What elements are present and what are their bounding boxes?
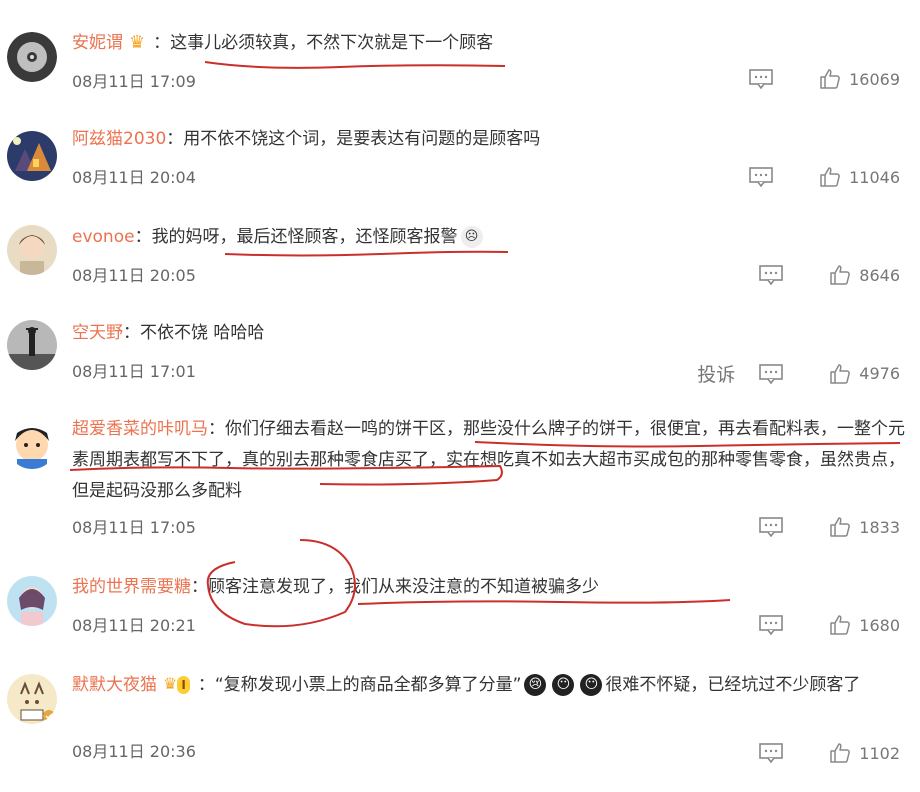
username[interactable]: 安妮谓 <box>72 33 123 53</box>
comment-icon[interactable] <box>759 265 784 285</box>
username[interactable]: 我的世界需要糖 <box>72 577 191 597</box>
avatar[interactable] <box>7 419 57 469</box>
thumbs-up-icon <box>830 615 851 635</box>
comment-text: “复称发现小票上的商品全都多算了分量” <box>214 675 522 695</box>
avatar[interactable] <box>7 225 57 275</box>
timestamp: 08月11日 17:05 <box>72 518 196 537</box>
comment-icon[interactable] <box>749 167 773 187</box>
separator: ： <box>153 33 171 53</box>
thumbs-up-icon <box>830 517 851 537</box>
like-button[interactable]: 16069 <box>819 68 900 90</box>
comment-text: 不依不饶 哈哈哈 <box>140 323 265 343</box>
comment-text: 用不依不饶这个词，是要表达有问题的是顾客吗 <box>183 129 541 149</box>
like-button[interactable]: 11046 <box>819 166 900 188</box>
comment-text: 我的妈呀，最后还怪顾客，还怪顾客报警 <box>151 227 458 247</box>
comment-icon[interactable] <box>759 743 784 763</box>
crown-icon: ♛ <box>129 32 146 53</box>
comment-text: 很难不怀疑，已经坑过不少顾客了 <box>605 675 861 695</box>
like-count: 1680 <box>859 615 900 635</box>
separator: ： <box>134 227 152 247</box>
like-count: 8646 <box>859 265 900 285</box>
comment-icon[interactable] <box>759 517 784 537</box>
speechless-emoji-icon: 😶 <box>580 674 603 696</box>
username[interactable]: evonoe <box>72 227 135 247</box>
thumbs-up-icon <box>820 167 840 187</box>
timestamp: 08月11日 20:36 <box>72 742 196 761</box>
comment-icon[interactable] <box>759 615 784 635</box>
like-count: 4976 <box>859 364 900 383</box>
avatar[interactable] <box>7 131 57 181</box>
thumbs-up-icon <box>820 69 840 89</box>
report-link[interactable]: 投诉 <box>697 360 735 387</box>
timestamp: 08月11日 20:21 <box>72 616 196 635</box>
comment-text: 这事儿必须较真，不然下次就是下一个顾客 <box>170 33 494 53</box>
separator: ： <box>166 129 184 149</box>
thumbs-up-icon <box>830 265 851 285</box>
timestamp: 08月11日 20:05 <box>72 266 196 285</box>
separator: ： <box>191 577 208 597</box>
like-count: 1833 <box>859 517 900 537</box>
comment-item: evonoe：我的妈呀，最后还怪顾客，还怪顾客报警 ☹ 08月11日 20:05 … <box>0 192 920 288</box>
comment-text-block: 超爱香菜的咔叽马：你们仔细去看赵一鸣的饼干区，那些没什么牌子的饼干，很便宜，再去… <box>72 414 912 507</box>
timestamp: 08月11日 20:04 <box>72 168 196 187</box>
like-button[interactable]: 1680 <box>829 614 900 636</box>
comment-item: 我的世界需要糖：顾客注意发现了，我们从来没注意的不知道被骗多少 08月11日 2… <box>0 552 920 656</box>
comment-item: 超爱香菜的咔叽马：你们仔细去看赵一鸣的饼干区，那些没什么牌子的饼干，很便宜，再去… <box>0 384 920 552</box>
avatar[interactable] <box>7 32 57 82</box>
thumbs-up-icon <box>830 363 851 384</box>
comment-item: 安妮谓 ♛ ：这事儿必须较真，不然下次就是下一个顾客 08月11日 17:09 16… <box>0 0 920 96</box>
username[interactable]: 超爱香菜的咔叽马 <box>72 419 208 439</box>
comment-icon[interactable] <box>759 363 784 384</box>
avatar[interactable] <box>7 320 57 370</box>
timestamp: 08月11日 17:01 <box>72 362 196 381</box>
avatar[interactable] <box>7 674 57 724</box>
like-count: 16069 <box>849 69 900 89</box>
separator: ： <box>123 323 140 343</box>
avatar[interactable] <box>7 576 57 626</box>
comment-icon[interactable] <box>749 69 773 89</box>
separator: ： <box>197 675 215 695</box>
like-button[interactable]: 4976 <box>829 363 900 385</box>
separator: ： <box>208 419 225 439</box>
like-button[interactable]: 1833 <box>829 516 900 538</box>
crying-emoji-icon: 😢 <box>524 674 547 696</box>
username[interactable]: 阿兹猫2030 <box>72 129 166 149</box>
emoji-icon: ☹ <box>460 226 483 248</box>
comment-item: 默默大夜猫 ♛ I ：“复称发现小票上的商品全都多算了分量” 😢 😶 😶 很难不怀疑，已经坑过… <box>0 656 920 792</box>
like-count: 1102 <box>859 743 900 763</box>
like-button[interactable]: 1102 <box>829 742 900 764</box>
like-count: 11046 <box>849 167 900 187</box>
timestamp: 08月11日 17:09 <box>72 72 196 91</box>
username[interactable]: 空天野 <box>72 323 123 343</box>
comment-item: 空天野：不依不饶 哈哈哈 08月11日 17:01 投诉 4976 <box>0 288 920 387</box>
like-button[interactable]: 8646 <box>829 264 900 286</box>
speechless-emoji-icon: 😶 <box>552 674 575 696</box>
vip-badge: ♛ I <box>163 676 190 694</box>
thumbs-up-icon <box>830 743 851 763</box>
comment-text: 顾客注意发现了，我们从来没注意的不知道被骗多少 <box>208 577 599 597</box>
username[interactable]: 默默大夜猫 <box>72 675 157 695</box>
comment-item: 阿兹猫2030：用不依不饶这个词，是要表达有问题的是顾客吗 08月11日 20:… <box>0 96 920 192</box>
